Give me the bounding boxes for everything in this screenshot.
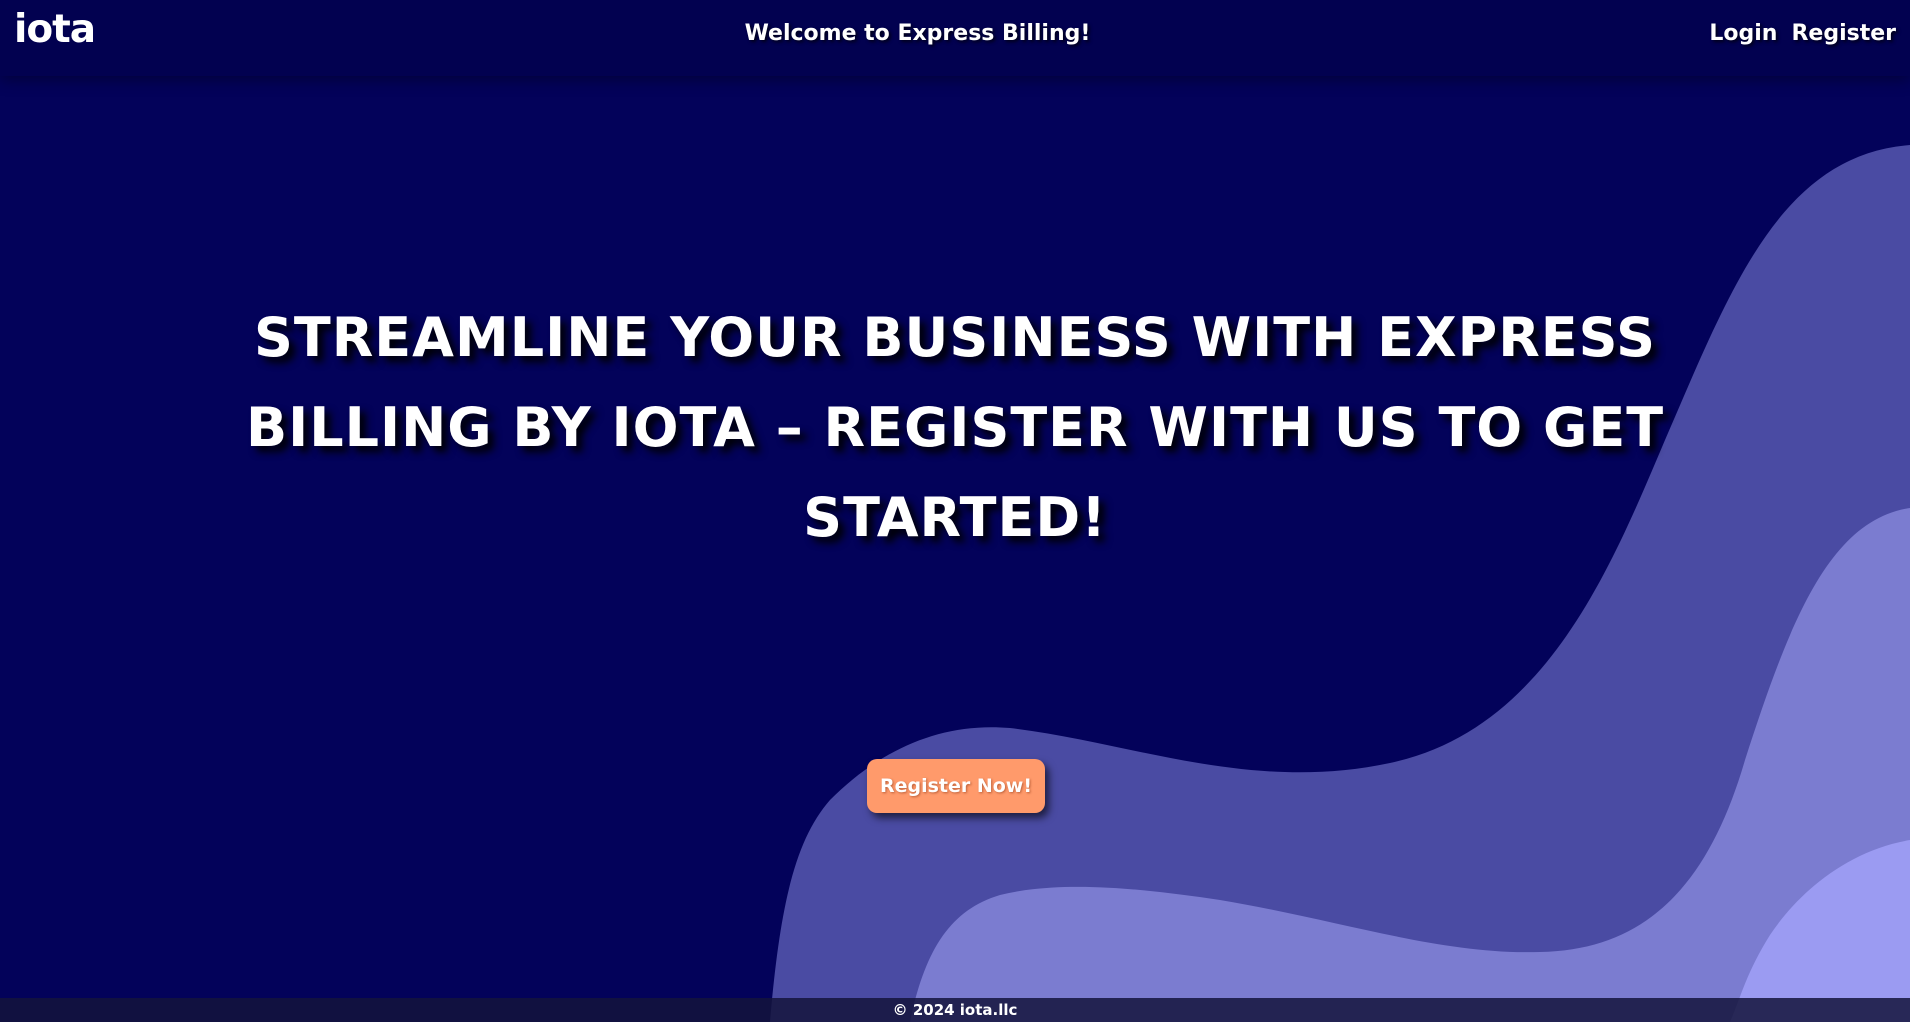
hero-headline: Streamline your business with Express Bi… <box>245 306 1665 549</box>
auth-nav: Login Register <box>1709 21 1896 47</box>
login-link[interactable]: Login <box>1709 21 1777 47</box>
hero-section: Streamline your business with Express Bi… <box>205 293 1705 563</box>
register-now-button[interactable]: Register Now! <box>867 759 1045 813</box>
register-link[interactable]: Register <box>1791 21 1896 47</box>
copyright-text: © 2024 iota.llc <box>892 1001 1018 1019</box>
landing-page: iota Welcome to Express Billing! Login R… <box>0 0 1910 1022</box>
footer: © 2024 iota.llc <box>0 998 1910 1022</box>
welcome-message: Welcome to Express Billing! <box>744 21 1091 46</box>
top-navbar: iota Welcome to Express Billing! Login R… <box>0 0 1910 76</box>
